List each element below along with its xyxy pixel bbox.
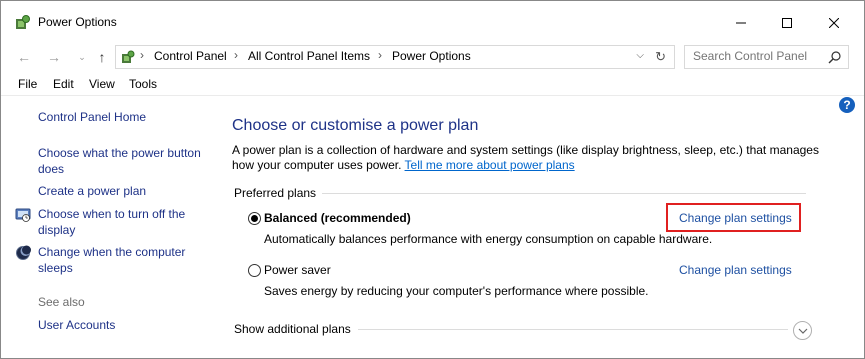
address-field[interactable]: › Control Panel › All Control Panel Item… bbox=[115, 45, 675, 69]
search-icon[interactable] bbox=[828, 50, 842, 64]
moon-icon bbox=[16, 245, 31, 260]
see-also-label: See also bbox=[38, 295, 85, 309]
minimize-button[interactable] bbox=[718, 1, 764, 45]
breadcrumb-all-items[interactable]: All Control Panel Items bbox=[248, 49, 370, 63]
sidebar-link-line: display bbox=[38, 223, 76, 237]
breadcrumb-control-panel[interactable]: Control Panel bbox=[154, 49, 227, 63]
recent-locations-chevron-icon[interactable]: ⌄ bbox=[73, 48, 91, 66]
forward-arrow-icon[interactable]: → bbox=[45, 48, 63, 66]
menu-file[interactable]: File bbox=[18, 77, 37, 91]
balanced-plan-description: Automatically balances performance with … bbox=[264, 232, 713, 246]
description-line: how your computer uses power. Tell me mo… bbox=[232, 158, 832, 173]
maximize-icon bbox=[782, 18, 792, 28]
power-saver-radio[interactable] bbox=[248, 264, 261, 277]
breadcrumb-separator: › bbox=[140, 48, 144, 62]
back-arrow-icon[interactable]: ← bbox=[15, 48, 33, 66]
chevron-down-icon bbox=[798, 328, 807, 334]
breadcrumb-power-options[interactable]: Power Options bbox=[392, 49, 471, 63]
description-line: A power plan is a collection of hardware… bbox=[232, 143, 819, 157]
power-saver-plan-name[interactable]: Power saver bbox=[264, 263, 331, 277]
page-title: Choose or customise a power plan bbox=[232, 117, 479, 134]
sidebar-link-line: sleeps bbox=[38, 261, 73, 275]
search-input[interactable] bbox=[685, 46, 833, 66]
power-options-icon bbox=[16, 15, 30, 29]
navigation-bar: ← → ⌄ ↑ › Control Panel › All Control Pa… bbox=[1, 43, 864, 71]
close-button[interactable] bbox=[811, 1, 857, 45]
sidebar-control-panel-home[interactable]: Control Panel Home bbox=[38, 109, 146, 125]
page-description: A power plan is a collection of hardware… bbox=[232, 143, 832, 173]
show-additional-plans-label[interactable]: Show additional plans bbox=[234, 322, 351, 336]
menu-divider bbox=[1, 95, 864, 96]
menu-view[interactable]: View bbox=[89, 77, 115, 91]
window-title: Power Options bbox=[38, 15, 117, 29]
sidebar-link-line: Change when the computer bbox=[38, 245, 186, 259]
minimize-icon bbox=[736, 22, 746, 24]
balanced-plan-name[interactable]: Balanced (recommended) bbox=[264, 211, 411, 225]
expand-additional-plans-button[interactable] bbox=[793, 321, 812, 340]
help-icon[interactable]: ? bbox=[839, 97, 855, 113]
breadcrumb-separator: › bbox=[234, 48, 238, 62]
title-bar: Power Options bbox=[1, 1, 864, 45]
preferred-plans-label: Preferred plans bbox=[234, 186, 317, 200]
description-text: how your computer uses power. bbox=[232, 158, 402, 172]
sidebar-turn-off-display-link[interactable]: Choose when to turn off the display bbox=[38, 206, 185, 238]
close-icon bbox=[829, 18, 839, 28]
sidebar-computer-sleeps-link[interactable]: Change when the computer sleeps bbox=[38, 244, 185, 276]
menu-tools[interactable]: Tools bbox=[129, 77, 157, 91]
additional-plans-divider bbox=[358, 329, 788, 330]
refresh-icon[interactable]: ↻ bbox=[655, 49, 666, 65]
sidebar-link-line: Choose what the power button bbox=[38, 146, 201, 160]
search-box[interactable] bbox=[684, 45, 849, 69]
address-dropdown-icon[interactable]: ⌵ bbox=[636, 50, 644, 61]
menu-bar: File Edit View Tools bbox=[1, 73, 864, 95]
power-saver-change-plan-settings-link[interactable]: Change plan settings bbox=[679, 263, 792, 277]
sidebar-power-button-link[interactable]: Choose what the power button does bbox=[38, 145, 201, 177]
sidebar-link-line: Choose when to turn off the bbox=[38, 207, 186, 221]
power-saver-plan-description: Saves energy by reducing your computer's… bbox=[264, 284, 649, 298]
balanced-radio[interactable] bbox=[248, 212, 261, 225]
breadcrumb-separator: › bbox=[378, 48, 382, 62]
preferred-plans-divider bbox=[322, 193, 806, 194]
up-arrow-icon[interactable]: ↑ bbox=[93, 48, 111, 66]
display-icon bbox=[15, 208, 31, 222]
control-panel-icon bbox=[122, 50, 135, 63]
radio-selected-dot bbox=[251, 215, 258, 222]
sidebar-create-plan-link[interactable]: Create a power plan bbox=[38, 183, 146, 199]
tell-me-more-link[interactable]: Tell me more about power plans bbox=[405, 158, 575, 172]
power-options-window: Power Options ← → ⌄ ↑ › Control Panel › … bbox=[0, 0, 865, 359]
highlight-box bbox=[666, 203, 801, 232]
maximize-button[interactable] bbox=[764, 1, 810, 45]
sidebar-link-line: does bbox=[38, 162, 65, 176]
sidebar-user-accounts-link[interactable]: User Accounts bbox=[38, 317, 115, 333]
sidebar-link-line: Create a power plan bbox=[38, 184, 147, 198]
menu-edit[interactable]: Edit bbox=[53, 77, 74, 91]
